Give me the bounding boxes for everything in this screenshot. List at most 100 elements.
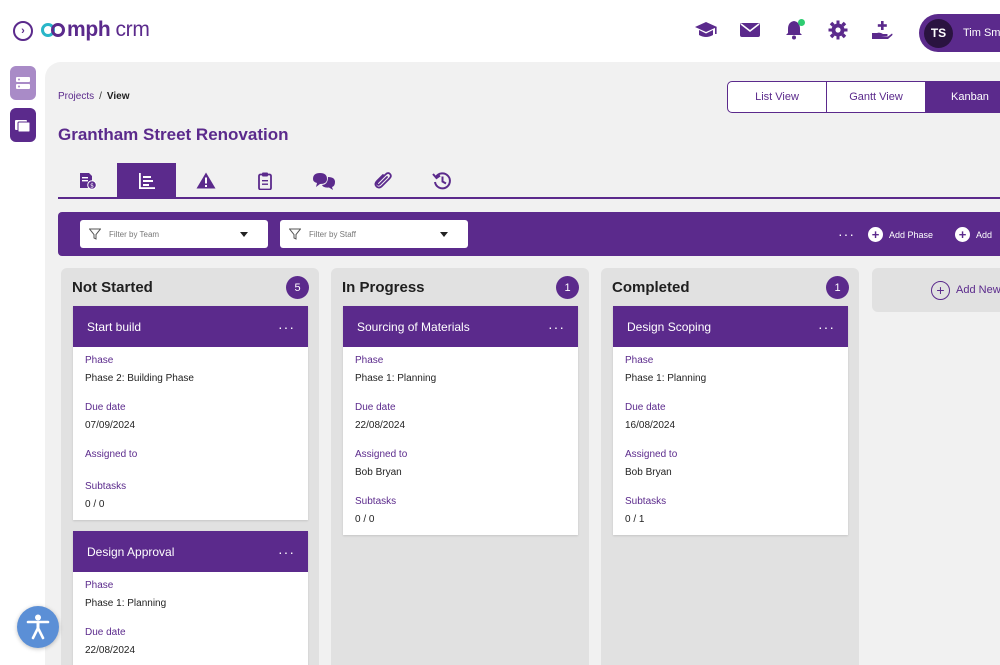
- breadcrumb-projects-link[interactable]: Projects: [58, 91, 94, 102]
- more-options-button[interactable]: ···: [838, 226, 855, 242]
- breadcrumb-separator: /: [99, 91, 102, 102]
- project-tabs: $: [58, 163, 1000, 199]
- view-switcher: List View Gantt View Kanban: [727, 81, 1000, 113]
- document-money-icon: $: [79, 172, 97, 190]
- chevron-right-icon: ›: [21, 24, 25, 37]
- column-title: Completed: [612, 279, 690, 296]
- tab-comments[interactable]: [294, 163, 353, 198]
- add-button[interactable]: + Add: [955, 227, 992, 242]
- collapse-sidebar-button[interactable]: ›: [13, 21, 33, 41]
- assigned-to-label: Assigned to: [85, 449, 138, 460]
- due-date-value: 22/08/2024: [355, 420, 406, 431]
- app-logo[interactable]: mph crm: [41, 18, 150, 42]
- card-menu-button[interactable]: ···: [548, 320, 565, 334]
- filter-staff-placeholder: Filter by Staff: [309, 229, 356, 239]
- tab-kanban[interactable]: [117, 163, 176, 198]
- card-header: Start build ···: [73, 306, 308, 347]
- page-title: Grantham Street Renovation: [58, 125, 289, 144]
- task-card[interactable]: Design Scoping ··· Phase Phase 1: Planni…: [613, 306, 848, 535]
- column-count-badge: 1: [826, 276, 849, 299]
- paperclip-icon: [373, 171, 392, 189]
- breadcrumb: Projects / View: [58, 91, 130, 102]
- phase-label: Phase: [85, 355, 114, 366]
- tab-history[interactable]: [412, 163, 471, 198]
- hand-plus-icon[interactable]: [870, 18, 894, 42]
- svg-text:$: $: [90, 182, 94, 189]
- phase-label: Phase: [355, 355, 384, 366]
- sidebar-item-projects[interactable]: [10, 108, 36, 142]
- filter-icon: [89, 228, 101, 240]
- card-menu-button[interactable]: ···: [278, 545, 295, 559]
- task-card[interactable]: Start build ··· Phase Phase 2: Building …: [73, 306, 308, 520]
- card-menu-button[interactable]: ···: [818, 320, 835, 334]
- card-title: Start build: [87, 319, 142, 334]
- due-date-value: 22/08/2024: [85, 645, 136, 656]
- subtasks-value: 0 / 0: [355, 514, 375, 525]
- gantt-view-button[interactable]: Gantt View: [826, 81, 926, 113]
- task-card[interactable]: Design Approval ··· Phase Phase 1: Plann…: [73, 531, 308, 665]
- kanban-column-in-progress: In Progress 1 Sourcing of Materials ··· …: [331, 268, 589, 665]
- mail-icon[interactable]: [738, 18, 762, 42]
- tab-attachments[interactable]: [353, 163, 412, 198]
- column-count-badge: 1: [556, 276, 579, 299]
- logo-ring-icon: [51, 23, 65, 37]
- notification-dot: [798, 19, 805, 26]
- plus-icon: +: [955, 227, 970, 242]
- add-phase-button[interactable]: + Add Phase: [868, 227, 933, 242]
- user-menu[interactable]: TS Tim Smi: [919, 14, 1000, 52]
- card-header: Sourcing of Materials ···: [343, 306, 578, 347]
- logo-text: mph: [67, 18, 111, 41]
- column-title: In Progress: [342, 279, 425, 296]
- phase-value: Phase 1: Planning: [355, 373, 437, 384]
- add-new-column-label: Add New: [956, 284, 1000, 296]
- filter-by-team-select[interactable]: Filter by Team: [80, 220, 268, 248]
- subtasks-label: Subtasks: [625, 496, 667, 507]
- card-header: Design Scoping ···: [613, 306, 848, 347]
- due-date-value: 16/08/2024: [625, 420, 676, 431]
- filter-by-staff-select[interactable]: Filter by Staff: [280, 220, 468, 248]
- tab-risks[interactable]: [176, 163, 235, 198]
- due-date-label: Due date: [85, 627, 126, 638]
- due-date-label: Due date: [85, 402, 126, 413]
- card-menu-button[interactable]: ···: [278, 320, 295, 334]
- top-bar: › mph crm TS Tim Smi: [0, 0, 1000, 62]
- header-icons: [694, 18, 894, 42]
- folders-icon: [15, 119, 31, 132]
- main-panel: Projects / View Grantham Street Renovation…: [45, 62, 1000, 665]
- tab-checklist[interactable]: [235, 163, 294, 198]
- bell-icon[interactable]: [782, 18, 806, 42]
- tab-finance[interactable]: $: [58, 163, 117, 198]
- bar-chart-icon: [138, 172, 155, 189]
- card-header: Design Approval ···: [73, 531, 308, 572]
- add-new-column-button[interactable]: + Add New: [872, 268, 1000, 312]
- kanban-view-button[interactable]: Kanban: [925, 81, 1000, 113]
- gear-icon[interactable]: [826, 18, 850, 42]
- chevron-down-icon: [240, 231, 248, 237]
- add-phase-label: Add Phase: [889, 229, 934, 240]
- phase-value: Phase 1: Planning: [85, 598, 167, 609]
- phase-label: Phase: [625, 355, 654, 366]
- subtasks-label: Subtasks: [85, 481, 127, 492]
- sidebar: [0, 62, 45, 665]
- assigned-to-value: [85, 467, 296, 481]
- user-name: Tim Smi: [963, 27, 1000, 39]
- accessibility-icon: [26, 614, 50, 640]
- subtasks-label: Subtasks: [355, 496, 397, 507]
- filter-bar: Filter by Team Filter by Staff ··· + Add…: [58, 212, 1000, 256]
- add-label: Add: [976, 229, 993, 240]
- list-view-button[interactable]: List View: [727, 81, 827, 113]
- card-title: Sourcing of Materials: [357, 319, 470, 334]
- logo-text-light: crm: [115, 18, 150, 41]
- card-title: Design Scoping: [627, 319, 712, 334]
- accessibility-button[interactable]: [17, 606, 59, 648]
- sidebar-item-servers[interactable]: [10, 66, 36, 100]
- task-card[interactable]: Sourcing of Materials ··· Phase Phase 1:…: [343, 306, 578, 535]
- graduation-cap-icon[interactable]: [694, 18, 718, 42]
- clipboard-icon: [257, 172, 272, 190]
- phase-value: Phase 1: Planning: [625, 373, 707, 384]
- filter-team-placeholder: Filter by Team: [109, 229, 160, 239]
- due-date-label: Due date: [625, 402, 666, 413]
- breadcrumb-current: View: [106, 91, 130, 102]
- chevron-down-icon: [440, 231, 448, 237]
- phase-value: Phase 2: Building Phase: [85, 373, 194, 384]
